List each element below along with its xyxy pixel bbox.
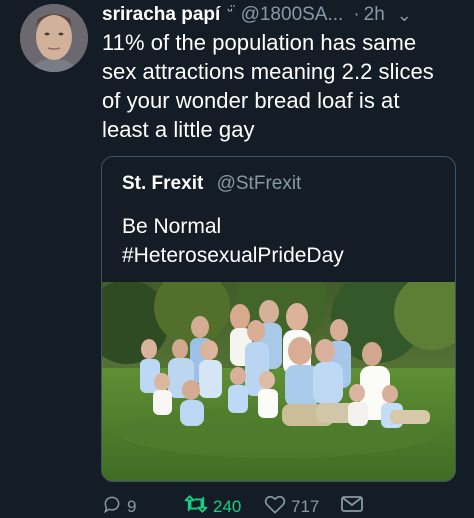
chevron-down-icon[interactable]: ⌄ <box>397 5 412 26</box>
user-handle[interactable]: @1800SA... <box>241 4 344 26</box>
retweet-icon <box>184 495 208 513</box>
avatar[interactable] <box>20 4 88 72</box>
retweet-button[interactable]: 240 <box>184 494 264 516</box>
quoted-tweet-header: St. Frexit @StFrexit <box>122 173 301 195</box>
envelope-icon <box>341 496 363 512</box>
direct-message-button[interactable] <box>340 494 370 514</box>
quoted-tweet-text: Be Normal #HeterosexualPrideDay <box>122 215 344 267</box>
retweet-count: 240 <box>213 497 242 516</box>
reply-icon <box>104 496 120 514</box>
like-button[interactable]: 717 <box>264 494 340 516</box>
quoted-display-name: St. Frexit <box>122 173 204 194</box>
heart-icon <box>264 495 286 514</box>
tweet-header: sriracha papí ᵕ̈ @1800SA... · 2h ⌄ <box>102 2 462 28</box>
timestamp[interactable]: 2h <box>364 4 385 26</box>
reply-count: 9 <box>127 497 137 516</box>
like-count: 717 <box>291 497 320 516</box>
tweet: sriracha papí ᵕ̈ @1800SA... · 2h ⌄ 11% o… <box>0 0 474 518</box>
quoted-user-handle: @StFrexit <box>216 173 302 194</box>
quoted-tweet-photo[interactable] <box>102 282 455 481</box>
separator-dot: · <box>353 4 360 25</box>
name-emoji: ᵕ̈ <box>227 2 233 18</box>
tweet-actions: 9 240 717 <box>102 494 422 518</box>
quoted-tweet[interactable]: St. Frexit @StFrexit Be Normal #Heterose… <box>101 156 456 482</box>
reply-button[interactable]: 9 <box>102 494 184 516</box>
display-name[interactable]: sriracha papí <box>102 4 220 26</box>
tweet-text: 11% of the population has same sex attra… <box>102 30 434 142</box>
